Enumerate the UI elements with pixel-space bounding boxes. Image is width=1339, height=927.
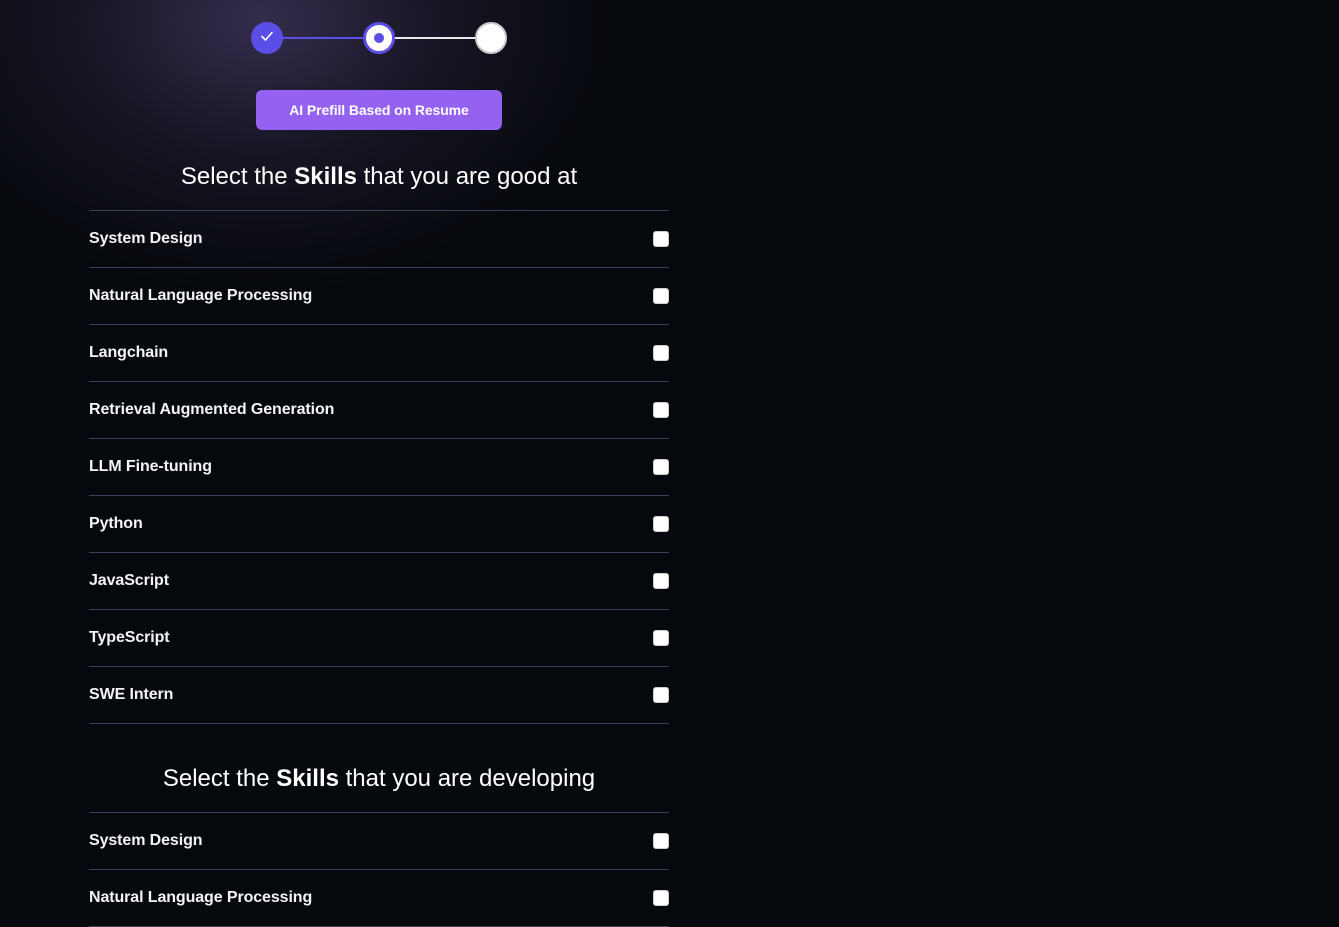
skill-row[interactable]: Natural Language Processing [89, 268, 669, 325]
skill-checkbox[interactable] [653, 573, 669, 589]
skill-label: System Design [89, 832, 203, 849]
skill-label: Natural Language Processing [89, 287, 313, 304]
skill-row[interactable]: Natural Language Processing [89, 870, 669, 927]
skill-checkbox[interactable] [653, 833, 669, 849]
check-icon [259, 28, 275, 49]
skills-developing-list: System Design Natural Language Processin… [89, 812, 669, 927]
skill-checkbox[interactable] [653, 459, 669, 475]
skill-checkbox[interactable] [653, 402, 669, 418]
skill-checkbox[interactable] [653, 516, 669, 532]
skill-label: Langchain [89, 344, 169, 361]
skill-label: Natural Language Processing [89, 889, 313, 906]
title-suffix: that you are good at [356, 163, 578, 190]
skill-row[interactable]: System Design [89, 813, 669, 870]
skill-checkbox[interactable] [653, 345, 669, 361]
dot-icon [374, 33, 384, 43]
skill-checkbox[interactable] [653, 890, 669, 906]
skill-label: LLM Fine-tuning [89, 458, 212, 475]
skill-row[interactable]: System Design [89, 211, 669, 268]
stepper-line-complete [281, 37, 367, 39]
step-3-upcoming[interactable] [475, 22, 507, 54]
skill-label: System Design [89, 230, 203, 247]
skill-checkbox[interactable] [653, 231, 669, 247]
title-suffix: that you are developing [338, 765, 596, 792]
title-prefix: Select the [180, 163, 295, 190]
title-bold: Skills [276, 765, 339, 792]
skill-checkbox[interactable] [653, 630, 669, 646]
title-bold: Skills [294, 163, 357, 190]
skill-label: SWE Intern [89, 686, 174, 703]
skill-row[interactable]: Retrieval Augmented Generation [89, 382, 669, 439]
stepper-line-pending [393, 37, 479, 39]
skill-row[interactable]: Python [89, 496, 669, 553]
section-title-developing: Select the Skills that you are developin… [89, 763, 669, 795]
skill-label: Retrieval Augmented Generation [89, 401, 335, 418]
section-title-good-at: Select the Skills that you are good at [89, 161, 669, 193]
skill-row[interactable]: LLM Fine-tuning [89, 439, 669, 496]
step-1-complete[interactable] [251, 22, 283, 54]
step-2-current[interactable] [363, 22, 395, 54]
skill-checkbox[interactable] [653, 687, 669, 703]
title-prefix: Select the [162, 765, 277, 792]
skill-label: TypeScript [89, 629, 170, 646]
skill-row[interactable]: JavaScript [89, 553, 669, 610]
skill-row[interactable]: TypeScript [89, 610, 669, 667]
skill-label: JavaScript [89, 572, 169, 589]
skill-row[interactable]: Langchain [89, 325, 669, 382]
skill-checkbox[interactable] [653, 288, 669, 304]
skills-good-at-list: System Design Natural Language Processin… [89, 210, 669, 724]
ai-prefill-button[interactable]: AI Prefill Based on Resume [256, 90, 502, 130]
skill-row[interactable]: SWE Intern [89, 667, 669, 724]
progress-stepper [251, 22, 507, 54]
skill-label: Python [89, 515, 143, 532]
